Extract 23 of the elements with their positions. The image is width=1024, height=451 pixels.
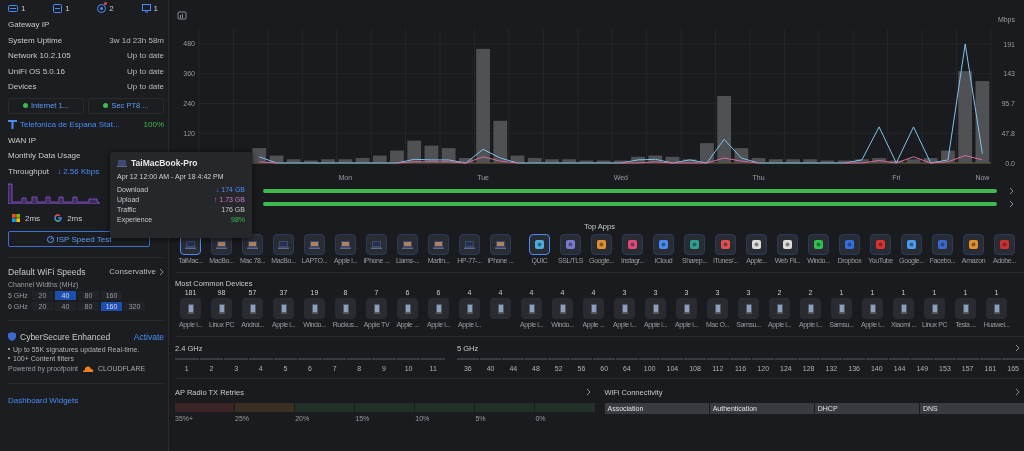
device-count: 1 bbox=[153, 4, 158, 13]
info-label: Throughput bbox=[8, 166, 49, 176]
section-title: Default WiFi Speeds bbox=[8, 266, 86, 277]
latency-value: 2ms bbox=[67, 213, 83, 223]
info-label: System Uptime bbox=[8, 35, 63, 45]
info-label: Devices bbox=[8, 82, 37, 92]
info-value: 3w 1d 23h 58m bbox=[109, 35, 164, 45]
throughput-value: ↓ 2.56 Kbps bbox=[56, 166, 100, 176]
info-value: Up to date bbox=[127, 66, 164, 76]
info-label: Network 10.2.105 bbox=[8, 51, 71, 61]
info-label: UniFi OS 5.0.16 bbox=[8, 66, 65, 76]
device-count: 1 bbox=[65, 4, 70, 13]
device-count: 2 bbox=[109, 4, 114, 13]
info-value: Up to date bbox=[127, 51, 164, 61]
info-label: Monthly Data Usage bbox=[8, 151, 81, 161]
section-title: CyberSecure Enhanced bbox=[20, 331, 112, 342]
info-label: WAN IP bbox=[8, 135, 37, 145]
device-count: 1 bbox=[21, 4, 26, 13]
latency-value: 2ms bbox=[25, 213, 41, 223]
isp-uptime: 100% bbox=[143, 120, 164, 129]
info-label: Gateway IP bbox=[8, 20, 50, 30]
tooltip-title: TaiMacBook-Pro bbox=[131, 158, 198, 168]
info-value: Up to date bbox=[127, 82, 164, 92]
